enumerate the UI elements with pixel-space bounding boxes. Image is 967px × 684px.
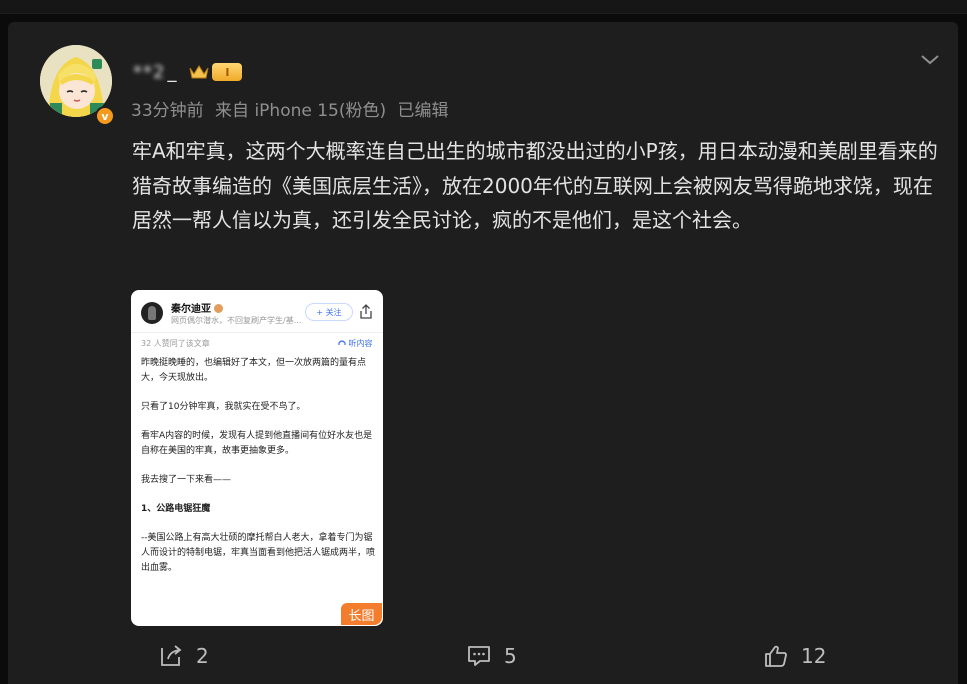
username-tail: _ — [167, 61, 177, 83]
thumbs-up-icon — [765, 645, 787, 667]
post-time: 33分钟前 — [131, 101, 204, 121]
long-image-tag: 长图 — [341, 603, 382, 625]
username-blurred: **2 — [133, 61, 166, 83]
comment-count: 5 — [504, 644, 517, 668]
comment-button[interactable]: 5 — [466, 643, 517, 669]
image-liked-text: 32 人赞同了该文章 — [141, 339, 210, 348]
edited-label[interactable]: 已编辑 — [398, 101, 449, 121]
image-paragraph: 只看了10分钟牢真，我就实在受不鸟了。 — [141, 402, 306, 412]
like-button[interactable]: 12 — [763, 643, 826, 669]
image-listen: 听内容 — [338, 338, 373, 349]
post-text: 牢A和牢真，这两个大概率连自己出生的城市都没出过的小P孩，用日本动漫和美剧里看来… — [132, 139, 938, 232]
top-bar — [0, 0, 967, 14]
level-label: I — [212, 63, 243, 81]
post-image[interactable]: 秦尔迪亚 网页偶尔潜水，不回复刷产学生/基... + 关注 32 人赞同了该文章… — [131, 290, 383, 626]
share-icon — [360, 304, 372, 319]
image-follow-button: + 关注 — [305, 303, 353, 321]
image-author-bio: 网页偶尔潜水，不回复刷产学生/基... — [171, 316, 302, 325]
post-source[interactable]: 来自 iPhone 15(粉色) — [215, 101, 386, 121]
image-divider — [131, 332, 383, 333]
like-count: 12 — [801, 644, 827, 668]
crown-icon — [189, 65, 209, 79]
headphones-icon — [338, 340, 346, 345]
repost-icon — [161, 645, 182, 666]
chevron-down-icon[interactable] — [918, 52, 942, 68]
image-article-body: 昨晚挺晚睡的，也编辑好了本文，但一次放两篇的量有点大，今天现放出。 只看了10分… — [141, 356, 377, 584]
image-author-name: 秦尔迪亚 — [171, 300, 223, 315]
image-paragraph: 我去搜了一下来看—— — [141, 475, 232, 485]
image-paragraph: 看牢A内容的时候，发现有人提到他直播间有位好水友也是自称在美国的牢真，故事更抽象… — [141, 431, 373, 456]
image-heading: 1、公路电锯狂魔 — [141, 504, 211, 514]
post-meta: 33分钟前 来自 iPhone 15(粉色) 已编辑 — [131, 96, 455, 121]
username[interactable]: **2 _ I — [133, 60, 243, 84]
comment-icon — [468, 646, 490, 666]
repost-count: 2 — [196, 644, 209, 668]
coin-icon — [214, 304, 223, 313]
verified-badge: v — [95, 106, 115, 126]
repost-button[interactable]: 2 — [158, 643, 209, 669]
image-paragraph: 昨晚挺晚睡的，也编辑好了本文，但一次放两篇的量有点大，今天现放出。 — [141, 358, 367, 383]
image-paragraph: --美国公路上有高大壮硕的摩托帮白人老大，拿着专门为锯人而设计的特制电锯，牢真当… — [141, 533, 376, 573]
level-badge[interactable]: I — [188, 63, 243, 81]
image-author-avatar — [141, 302, 163, 324]
